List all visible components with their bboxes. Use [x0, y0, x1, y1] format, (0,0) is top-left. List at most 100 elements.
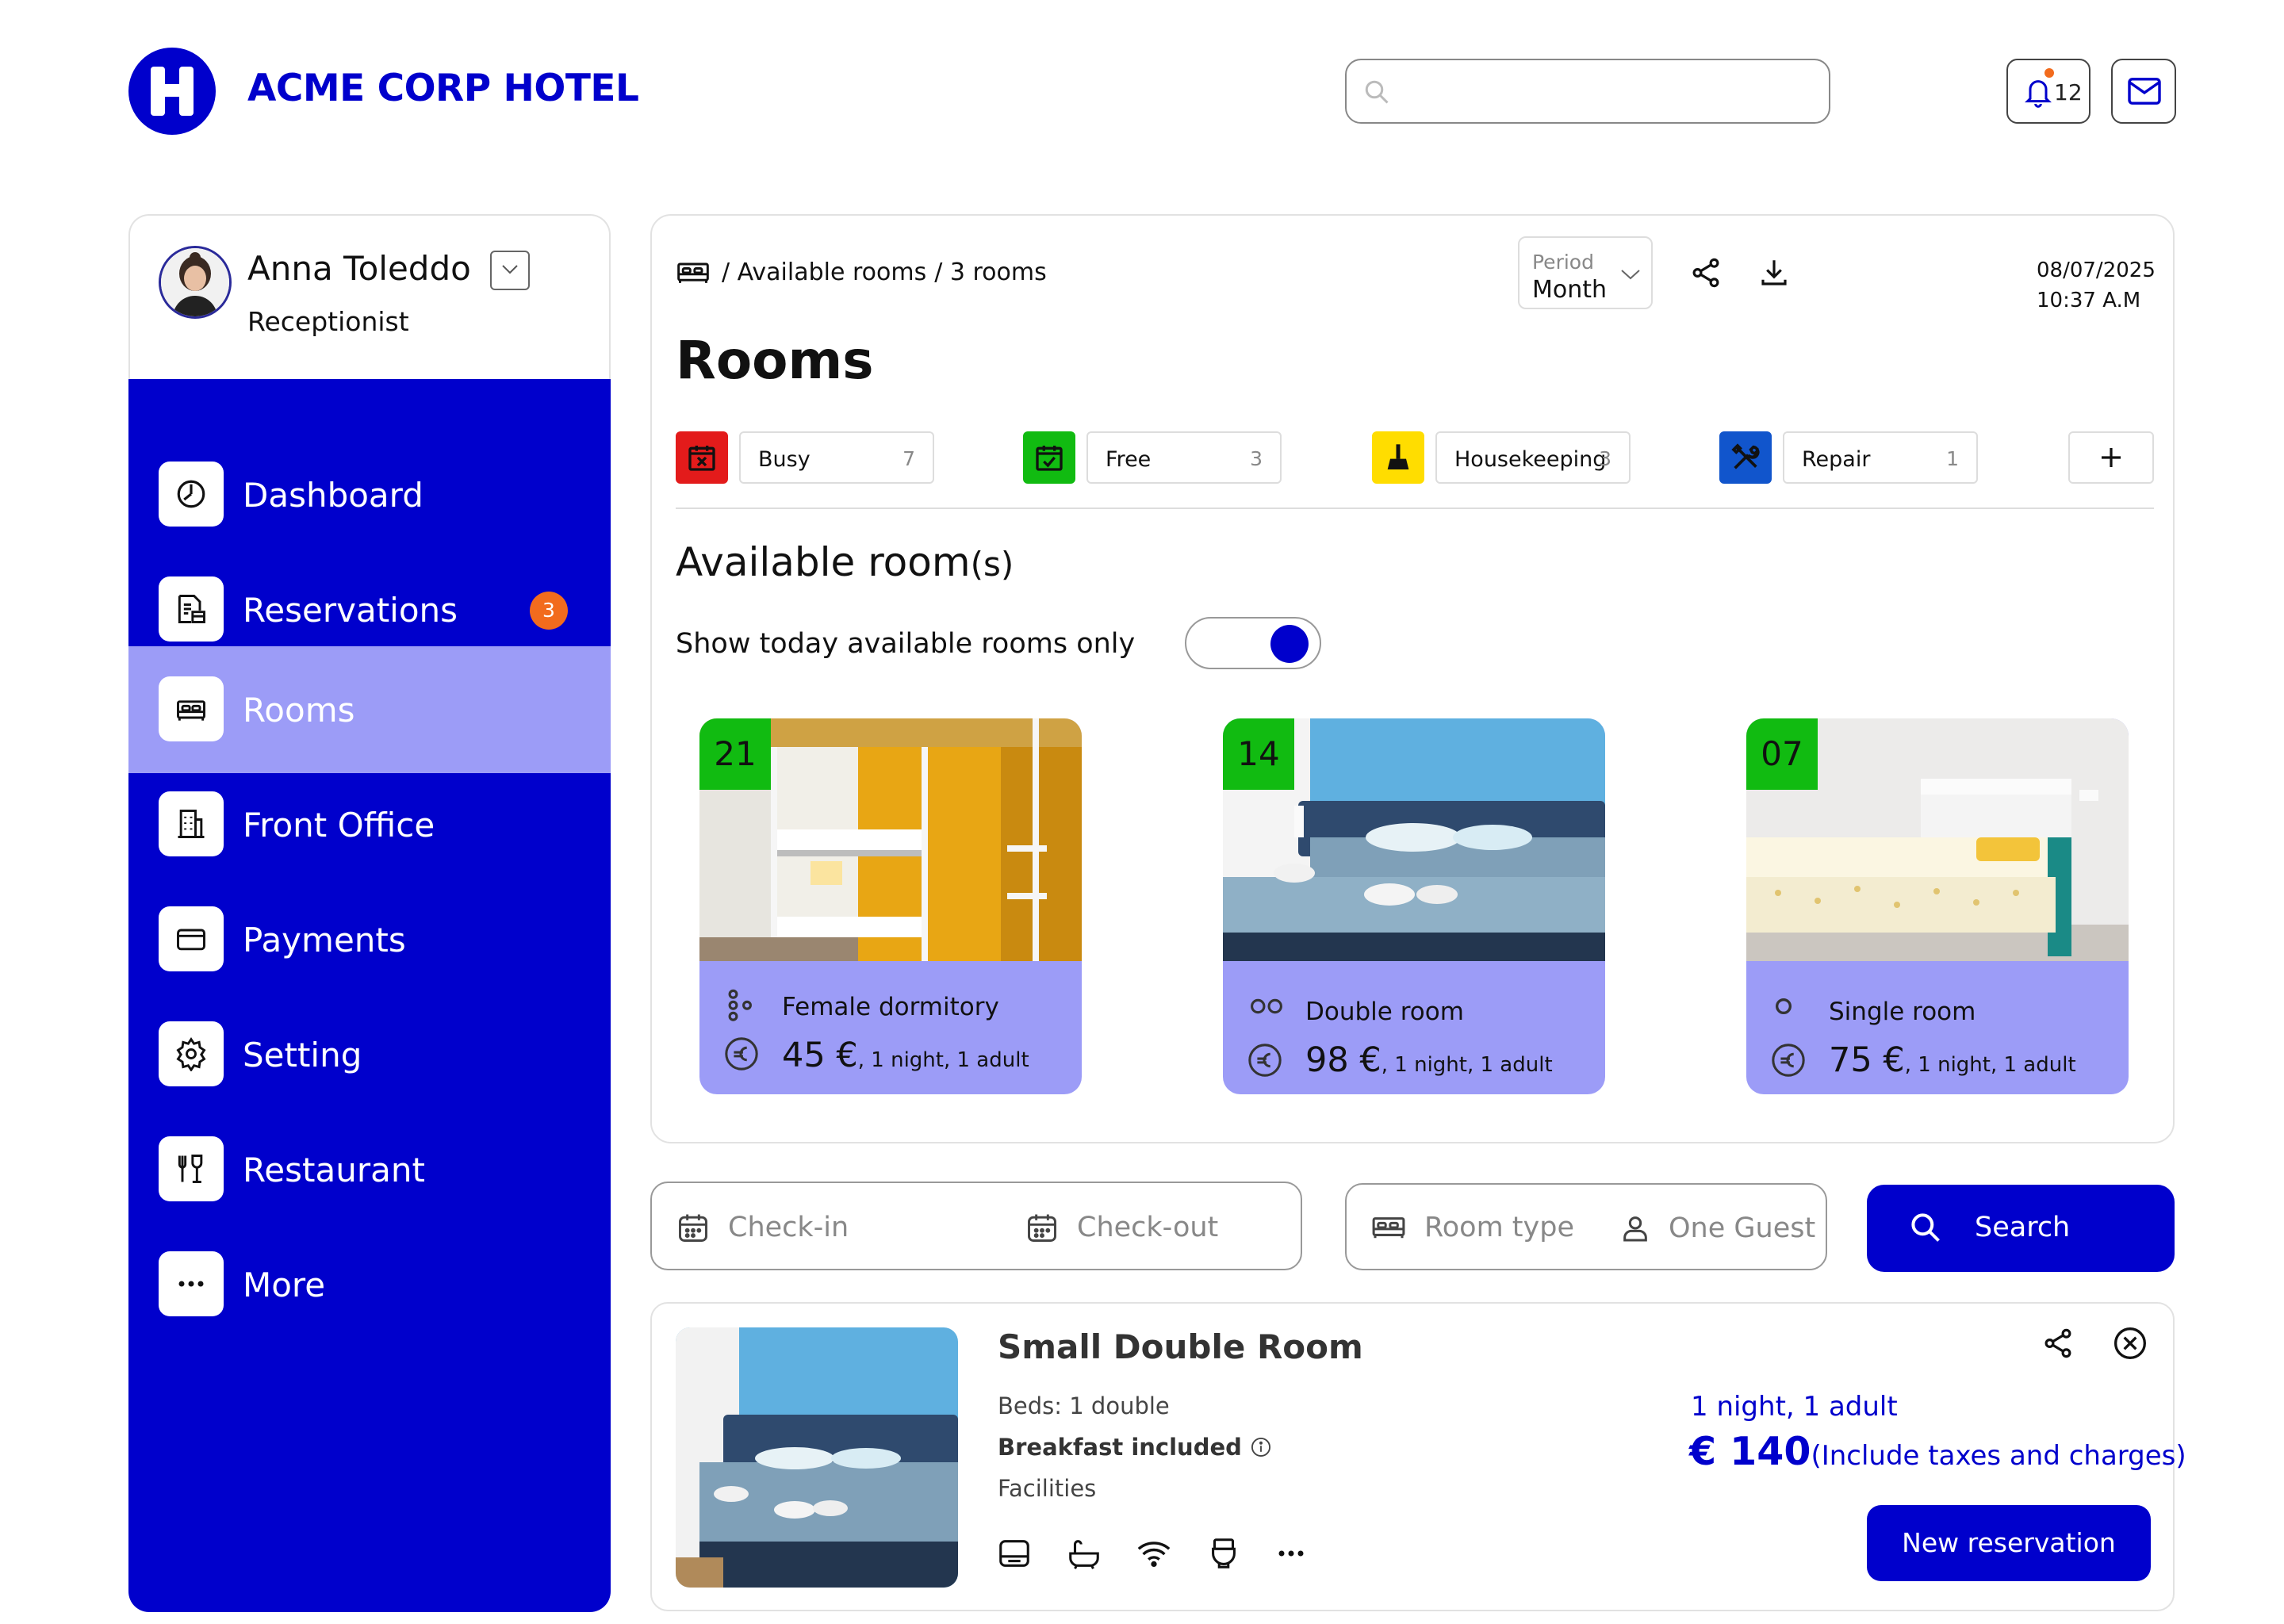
sidebar-item-more[interactable]: More — [128, 1221, 611, 1348]
user-role: Receptionist — [247, 306, 409, 337]
current-time: 10:37 A.M — [2037, 289, 2141, 312]
toggle-knob — [1270, 625, 1309, 663]
status-count: 1 — [1946, 447, 1959, 470]
sidebar-item-label: Rooms — [243, 691, 355, 730]
room-type: Single room — [1829, 998, 1976, 1026]
notification-dot — [2044, 68, 2054, 78]
checkout-placeholder: Check-out — [1077, 1212, 1219, 1243]
search-icon — [1362, 78, 1391, 106]
more-icon[interactable] — [1275, 1549, 1307, 1558]
sidebar-item-label: Front Office — [243, 806, 435, 845]
result-price: € 140(Include taxes and charges) — [1689, 1429, 2186, 1474]
room-number: 21 — [699, 718, 771, 790]
bed-icon — [676, 259, 711, 286]
dashboard-icon — [159, 462, 224, 527]
room-type-placeholder: Room type — [1424, 1212, 1574, 1243]
sidebar-item-setting[interactable]: Setting — [128, 991, 611, 1118]
info-icon[interactable] — [1250, 1436, 1272, 1458]
page-title: Rooms — [676, 330, 874, 391]
share-icon[interactable] — [2041, 1326, 2075, 1361]
date-range-picker: Check-in Check-out — [650, 1182, 1302, 1270]
free-calendar-icon — [1023, 431, 1075, 484]
status-repair[interactable]: Repair 1 — [1783, 431, 1978, 484]
room-guest-picker: Room type One Guest — [1345, 1183, 1827, 1270]
breadcrumb-count: / 3 rooms — [934, 259, 1047, 286]
busy-calendar-icon — [676, 431, 728, 484]
new-reservation-button[interactable]: New reservation — [1867, 1505, 2151, 1581]
result-room-photo[interactable] — [676, 1327, 958, 1588]
more-icon — [159, 1251, 224, 1316]
broom-icon — [1372, 431, 1424, 484]
avatar[interactable] — [159, 246, 232, 319]
current-date: 08/07/2025 — [2037, 259, 2156, 282]
checkout-field[interactable]: Check-out — [1025, 1210, 1218, 1245]
brand-name: ACME CORP HOTEL — [247, 67, 639, 110]
sidebar-item-rooms[interactable]: Rooms — [128, 646, 611, 773]
sidebar-item-label: Payments — [243, 921, 406, 959]
room-card[interactable]: 21 Female dormitory 45 €, 1 night, 1 adu… — [699, 718, 1082, 1094]
bed-icon — [1370, 1214, 1407, 1241]
toggle-label: Show today available rooms only — [676, 628, 1136, 660]
reservations-badge: 3 — [530, 592, 568, 630]
calendar-icon — [676, 1210, 711, 1245]
chevron-down-icon — [500, 263, 519, 276]
room-card[interactable]: 07 Single room 75 €, 1 night, 1 adult — [1746, 718, 2129, 1094]
room-type: Female dormitory — [782, 993, 999, 1021]
mail-icon — [2126, 76, 2163, 106]
notifications-count: 12 — [2054, 79, 2083, 105]
breakfast-label: Breakfast included — [998, 1434, 1242, 1461]
sidebar-item-label: More — [243, 1266, 326, 1304]
global-search-input[interactable] — [1345, 59, 1830, 124]
guests-value: One Guest — [1669, 1212, 1816, 1244]
result-beds: Beds: 1 double — [998, 1392, 1170, 1419]
search-button[interactable]: Search — [1867, 1185, 2175, 1272]
status-name: Busy — [758, 447, 811, 472]
room-type-field[interactable]: Room type — [1370, 1212, 1574, 1243]
share-icon[interactable] — [1689, 255, 1723, 290]
sidebar-item-restaurant[interactable]: Restaurant — [128, 1106, 611, 1233]
search-button-label: Search — [1975, 1212, 2071, 1243]
add-status-button[interactable] — [2068, 431, 2154, 484]
checkin-placeholder: Check-in — [728, 1212, 849, 1243]
euro-icon — [1770, 1042, 1807, 1078]
single-bed-icon — [1772, 994, 1795, 1018]
card-icon — [159, 906, 224, 971]
facilities-label: Facilities — [998, 1475, 1097, 1502]
gear-icon — [159, 1021, 224, 1086]
sidebar-item-front-office[interactable]: Front Office — [128, 761, 611, 888]
status-name: Free — [1106, 447, 1152, 472]
status-count: 3 — [1250, 447, 1263, 470]
download-icon[interactable] — [1757, 255, 1791, 290]
sidebar-item-dashboard[interactable]: Dashboard — [128, 431, 611, 558]
notifications-button[interactable]: 12 — [2006, 59, 2090, 124]
result-nights: 1 night, 1 adult — [1691, 1391, 1898, 1423]
sidebar-item-label: Setting — [243, 1036, 362, 1074]
room-price: 98 €, 1 night, 1 adult — [1305, 1040, 1553, 1080]
period-select[interactable]: Period Month — [1518, 236, 1653, 309]
status-busy[interactable]: Busy 7 — [739, 431, 934, 484]
status-housekeeping[interactable]: Housekeeping 3 — [1435, 431, 1631, 484]
wifi-icon — [1136, 1535, 1172, 1572]
breadcrumb: / Available rooms / 3 rooms — [676, 259, 1047, 286]
checkin-field[interactable]: Check-in — [676, 1210, 849, 1245]
room-type: Double room — [1305, 998, 1464, 1026]
chevron-down-icon — [1619, 268, 1642, 281]
status-count: 3 — [1599, 447, 1611, 470]
breadcrumb-available-rooms[interactable]: / Available rooms — [722, 259, 926, 286]
bed-icon — [159, 676, 224, 741]
today-available-toggle[interactable] — [1185, 617, 1321, 669]
period-value: Month — [1532, 276, 1608, 304]
divider — [676, 508, 2154, 509]
status-free[interactable]: Free 3 — [1086, 431, 1282, 484]
calendar-icon — [1025, 1210, 1060, 1245]
facilities-icons — [996, 1535, 1307, 1572]
close-icon[interactable] — [2113, 1326, 2148, 1361]
guests-field[interactable]: One Guest — [1619, 1212, 1815, 1245]
sidebar-item-payments[interactable]: Payments — [128, 876, 611, 1003]
status-name: Housekeeping — [1454, 447, 1607, 472]
result-room-title: Small Double Room — [998, 1327, 1363, 1366]
messages-button[interactable] — [2111, 59, 2176, 124]
room-card[interactable]: 14 Double room 98 €, 1 night, 1 adult — [1223, 718, 1605, 1094]
user-menu-dropdown[interactable] — [490, 251, 530, 290]
euro-icon — [1247, 1042, 1283, 1078]
